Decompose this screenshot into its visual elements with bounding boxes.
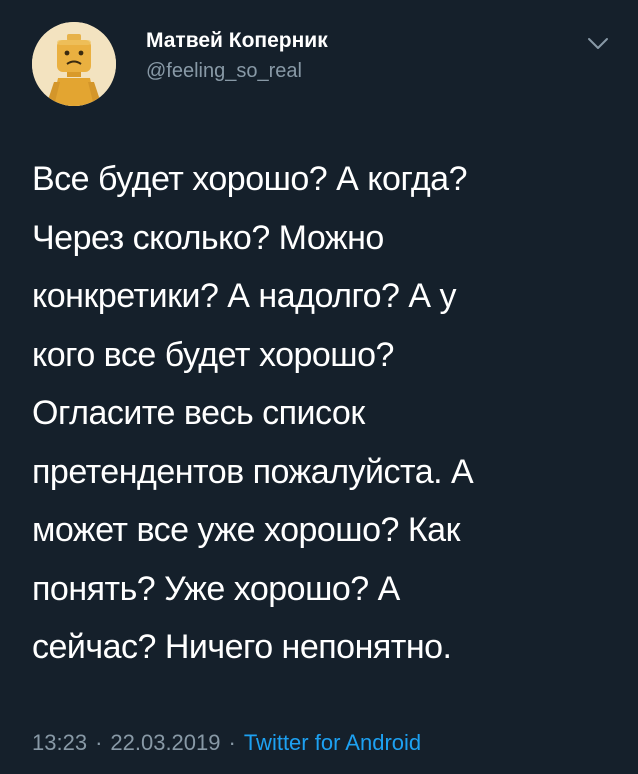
tweet-text-line: понять? Уже хорошо? А <box>32 569 400 608</box>
lego-figure-avatar-icon <box>32 22 116 106</box>
tweet-date[interactable]: 22.03.2019 <box>110 730 220 755</box>
tweet-text-line: сейчас? Ничего непонятно. <box>32 628 452 666</box>
chevron-down-icon[interactable] <box>586 36 610 52</box>
tweet-time[interactable]: 13:23 <box>32 730 87 755</box>
tweet-text-line: Все будет хорошо? А когда? <box>32 160 467 198</box>
separator-dot: · <box>228 730 236 755</box>
tweet-text-line: претендентов пожалуйста. А <box>32 452 474 491</box>
tweet-source-link[interactable]: Twitter for Android <box>244 730 421 755</box>
avatar[interactable] <box>32 22 116 106</box>
tweet-text-line: Через сколько? Можно <box>32 218 384 257</box>
tweet-text-line: конкретики? А надолго? А у <box>32 277 457 315</box>
user-handle[interactable]: @feeling_so_real <box>146 58 328 84</box>
tweet-meta: 13:23 · 22.03.2019 · Twitter for Android <box>32 728 421 758</box>
tweet-text-line: может все уже хорошо? Как <box>32 511 460 549</box>
tweet-text: Все будет хорошо? А когда? Через сколько… <box>32 150 612 677</box>
tweet-text-line: Огласите весь список <box>32 394 365 432</box>
author-info: Матвей Коперник @feeling_so_real <box>146 28 328 84</box>
separator-dot: · <box>95 730 103 755</box>
tweet-text-line: кого все будет хорошо? <box>32 335 394 374</box>
display-name[interactable]: Матвей Коперник <box>146 28 328 54</box>
tweet: Матвей Коперник @feeling_so_real Все буд… <box>0 0 638 774</box>
tweet-header: Матвей Коперник @feeling_so_real <box>32 22 612 106</box>
